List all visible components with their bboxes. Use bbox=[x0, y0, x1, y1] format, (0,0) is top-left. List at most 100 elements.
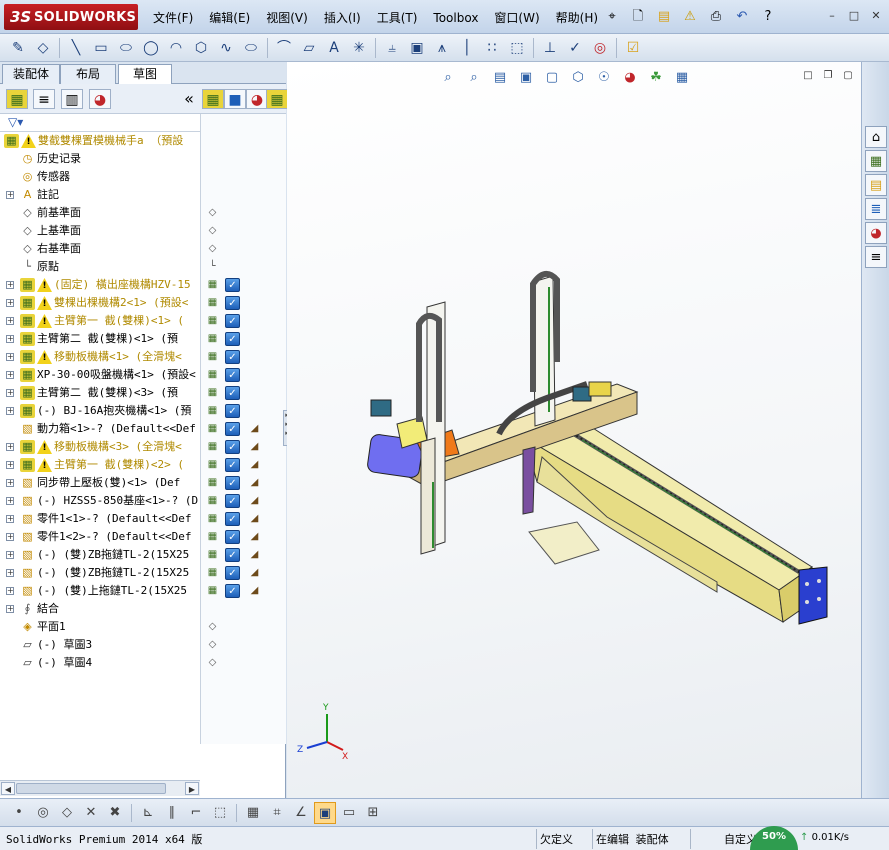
expand-toggle-icon[interactable]: + bbox=[6, 533, 14, 541]
expand-toggle-icon[interactable]: + bbox=[6, 317, 14, 325]
feature-tree-item[interactable]: └ 原點 bbox=[0, 258, 200, 276]
tree-horizontal-scrollbar[interactable]: ◀ ▶ bbox=[0, 780, 200, 796]
feature-tree-item[interactable]: + ∮ 結合 bbox=[0, 600, 200, 618]
feature-tree-item[interactable]: ▧ 動力箱<1>-? (Default<<Def bbox=[0, 420, 200, 438]
menu-toolbox[interactable]: Toolbox bbox=[425, 9, 486, 27]
tab-assembly[interactable]: 装配体 bbox=[2, 64, 60, 84]
pin-icon[interactable]: ⌖ bbox=[600, 8, 624, 26]
feature-filter[interactable]: ▽▾ bbox=[0, 114, 200, 132]
feature-tree-item[interactable]: + ▧ (-) (雙)上拖鏈TL-2(15X25 bbox=[0, 582, 200, 600]
expand-toggle-icon[interactable]: + bbox=[6, 605, 14, 613]
sketch-grid-icon[interactable]: ⌗ bbox=[266, 802, 288, 824]
convert-entities-icon[interactable]: ▣ bbox=[405, 37, 429, 59]
appearance-icon[interactable]: ◕ bbox=[246, 89, 268, 109]
menu-help[interactable]: 帮助(H) bbox=[548, 9, 606, 27]
feature-tree-item[interactable]: ◈ 平面1 bbox=[0, 618, 200, 636]
expand-toggle-icon[interactable]: + bbox=[6, 335, 14, 343]
custom-properties-icon[interactable]: ≡ bbox=[865, 246, 887, 268]
view-palette-icon[interactable]: ≣ bbox=[865, 198, 887, 220]
feature-tree-item[interactable]: + ▦! 移動板機構<3> (全滑塊< bbox=[0, 438, 200, 456]
feature-tree-item[interactable]: + ▦! 雙棵出棵機構2<1> (預設< bbox=[0, 294, 200, 312]
expand-toggle-icon[interactable]: + bbox=[6, 551, 14, 559]
slot-icon[interactable]: ⬭ bbox=[114, 37, 138, 59]
expand-toggle-icon[interactable]: + bbox=[6, 461, 14, 469]
quick-snaps-icon[interactable]: ◎ bbox=[588, 37, 612, 59]
rebuild-warning-icon[interactable]: ⚠ bbox=[678, 8, 702, 26]
grid-icon[interactable]: ▦ bbox=[242, 802, 264, 824]
horizontal-icon[interactable]: ⌐ bbox=[185, 802, 207, 824]
rectangle-icon[interactable]: ▭ bbox=[89, 37, 113, 59]
menu-view[interactable]: 视图(V) bbox=[258, 9, 316, 27]
arc-icon[interactable]: ◠ bbox=[164, 37, 188, 59]
configuration-manager-icon[interactable]: ▥ bbox=[61, 89, 83, 109]
menu-window[interactable]: 窗口(W) bbox=[486, 9, 547, 27]
menu-file[interactable]: 文件(F) bbox=[145, 9, 201, 27]
file-explorer-icon[interactable]: ▤ bbox=[865, 174, 887, 196]
feature-tree-item[interactable]: ◇ 上基準面 bbox=[0, 222, 200, 240]
expand-toggle-icon[interactable]: + bbox=[6, 299, 14, 307]
feature-manager-tree-icon[interactable]: ▦ bbox=[6, 89, 28, 109]
scroll-left-icon[interactable]: ◀ bbox=[1, 782, 15, 795]
plane-icon[interactable]: ▱ bbox=[297, 37, 321, 59]
feature-tree-item[interactable]: ▱ (-) 草圖3 bbox=[0, 636, 200, 654]
menu-edit[interactable]: 编辑(E) bbox=[201, 9, 258, 27]
pattern-icon[interactable]: ∷ bbox=[480, 37, 504, 59]
smart-dimension-icon[interactable]: ◇ bbox=[31, 37, 55, 59]
point-icon[interactable]: • bbox=[8, 802, 30, 824]
tangent-icon[interactable]: ✖ bbox=[104, 802, 126, 824]
filter-icon[interactable]: ▽▾ bbox=[8, 115, 23, 129]
menu-insert[interactable]: 插入(I) bbox=[316, 9, 369, 27]
feature-tree-item[interactable]: ◇ 右基準面 bbox=[0, 240, 200, 258]
polygon-icon[interactable]: ⬡ bbox=[189, 37, 213, 59]
feature-tree-item[interactable]: ◎ 传感器 bbox=[0, 168, 200, 186]
new-document-icon[interactable]: 🗋 bbox=[626, 8, 650, 26]
parallel-icon[interactable]: ∥ bbox=[161, 802, 183, 824]
expand-toggle-icon[interactable]: + bbox=[6, 587, 14, 595]
trim-icon[interactable]: ⫨ bbox=[380, 37, 404, 59]
sketch-icon[interactable]: ✎ bbox=[6, 37, 30, 59]
feature-tree-item[interactable]: + ▦! 主臂第一 截(雙棵)<1> ( bbox=[0, 312, 200, 330]
close-icon[interactable]: ✕ bbox=[867, 8, 885, 24]
feature-tree-item[interactable]: ▦! 雙截雙棵置模機械手a （預設 bbox=[0, 132, 200, 150]
view-sketch-icon[interactable]: ▭ bbox=[338, 802, 360, 824]
instant-3d-icon[interactable]: ☑ bbox=[621, 37, 645, 59]
part-icon[interactable]: ■ bbox=[224, 89, 246, 109]
collapse-panel-icon[interactable]: « bbox=[181, 89, 197, 109]
feature-tree-item[interactable]: + ▧ 零件1<2>-? (Default<<Def bbox=[0, 528, 200, 546]
undo-icon[interactable]: ↶ bbox=[730, 8, 754, 26]
display-relations-icon[interactable]: ⊥ bbox=[538, 37, 562, 59]
restore-icon[interactable]: □ bbox=[845, 8, 863, 24]
expand-toggle-icon[interactable]: + bbox=[6, 479, 14, 487]
solidworks-resources-icon[interactable]: ⌂ bbox=[865, 126, 887, 148]
circle-icon[interactable]: ◯ bbox=[139, 37, 163, 59]
view-sketch-relations-icon[interactable]: ⊞ bbox=[362, 802, 384, 824]
assembly-icon[interactable]: ▦ bbox=[202, 89, 224, 109]
feature-tree-item[interactable]: ◷ 历史记录 bbox=[0, 150, 200, 168]
tab-layout[interactable]: 布局 bbox=[60, 64, 116, 84]
feature-tree-item[interactable]: + ▦! 主臂第一 截(雙棵)<2> ( bbox=[0, 456, 200, 474]
property-manager-icon[interactable]: ≡ bbox=[33, 89, 55, 109]
ellipse-icon[interactable]: ⬭ bbox=[239, 37, 263, 59]
text-icon[interactable]: A bbox=[322, 37, 346, 59]
expand-toggle-icon[interactable]: + bbox=[6, 191, 14, 199]
print-icon[interactable]: ⎙ bbox=[704, 8, 728, 26]
model-3d-render[interactable]: Y X Z bbox=[287, 62, 861, 798]
design-library-icon[interactable]: ▦ bbox=[865, 150, 887, 172]
feature-tree-item[interactable]: + ▦! 移動板機構<1> (全滑塊< bbox=[0, 348, 200, 366]
open-icon[interactable]: ▤ bbox=[652, 8, 676, 26]
expand-toggle-icon[interactable]: + bbox=[6, 353, 14, 361]
feature-tree-item[interactable]: + ▧ 同步帶上壓板(雙)<1> (Def bbox=[0, 474, 200, 492]
mirror-icon[interactable]: │ bbox=[455, 37, 479, 59]
feature-tree-item[interactable]: + ▦ 主臂第二 截(雙棵)<3> (預 bbox=[0, 384, 200, 402]
tab-sketch[interactable]: 草图 bbox=[118, 64, 172, 85]
grid-snap-icon[interactable]: ⬚ bbox=[209, 802, 231, 824]
expand-toggle-icon[interactable]: + bbox=[6, 371, 14, 379]
line-icon[interactable]: ╲ bbox=[64, 37, 88, 59]
feature-tree-item[interactable]: ▱ (-) 草圖4 bbox=[0, 654, 200, 672]
minimize-icon[interactable]: – bbox=[823, 8, 841, 24]
subassembly-icon[interactable]: ▦ bbox=[266, 89, 288, 109]
expand-toggle-icon[interactable]: + bbox=[6, 497, 14, 505]
feature-tree-item[interactable]: + ▦! (固定) 橫出座機構HZV-15 bbox=[0, 276, 200, 294]
point-icon[interactable]: ✳ bbox=[347, 37, 371, 59]
graphics-area[interactable]: ⌕ ⌕ ▤ ▣ ▢ ⬡ ☉ ◕ ☘ ▦ □ ❐ ▢ Y X Z bbox=[287, 62, 861, 798]
